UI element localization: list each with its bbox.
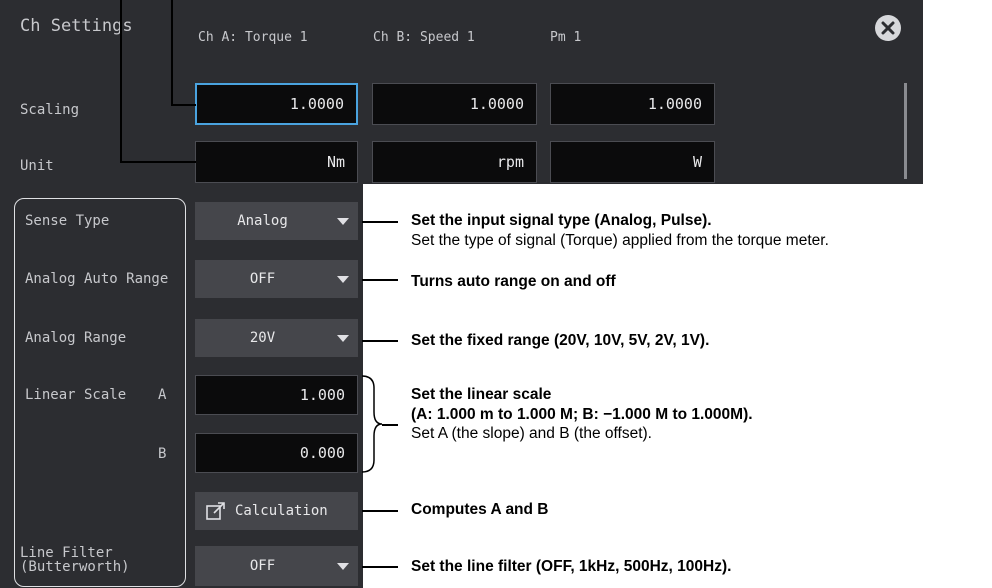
calculation-label: Calculation [235, 503, 328, 519]
column-header-pm: Pm 1 [550, 30, 582, 45]
analog-auto-range-value: OFF [249, 271, 276, 287]
annotation-linear-title: Set the linear scale [411, 386, 552, 403]
unit-label: Unit [20, 158, 54, 174]
dropdown-arrow-icon [337, 563, 349, 570]
dropdown-arrow-icon [337, 218, 349, 225]
sense-type-label: Sense Type [25, 213, 110, 229]
annotation-linear-desc: Set A (the slope) and B (the offset). [411, 425, 652, 442]
analog-auto-range-dropdown[interactable]: OFF [195, 260, 358, 298]
line-filter-label: Line Filter (Butterworth) [20, 546, 130, 574]
close-icon [881, 21, 895, 35]
unit-ch-b-field[interactable]: rpm [372, 141, 537, 183]
sense-type-dropdown[interactable]: Analog [195, 202, 358, 240]
column-header-ch-a: Ch A: Torque 1 [198, 30, 308, 45]
connector-auto-range [362, 279, 398, 281]
scaling-pm-field[interactable]: 1.0000 [550, 83, 715, 125]
connector-fixed-range [362, 340, 398, 342]
connector-sense-type [362, 221, 398, 223]
dropdown-arrow-icon [337, 335, 349, 342]
callout-line-scaling-h [171, 104, 196, 106]
unit-ch-a-field[interactable]: Nm [195, 141, 358, 183]
linear-scale-a-label: A [158, 387, 167, 403]
scrollbar[interactable] [904, 83, 907, 179]
scaling-label: Scaling [20, 102, 80, 118]
line-filter-dropdown[interactable]: OFF [195, 546, 358, 586]
popup-window-icon [206, 502, 225, 520]
unit-pm-field[interactable]: W [550, 141, 715, 183]
calculation-button[interactable]: Calculation [195, 492, 358, 530]
connector-linear-scale [382, 424, 398, 426]
analog-range-value: 20V [249, 330, 276, 346]
dropdown-arrow-icon [337, 276, 349, 283]
connector-calculation [362, 510, 398, 512]
annotation-sense-type-title: Set the input signal type (Analog, Pulse… [411, 212, 712, 229]
scaling-ch-b-field[interactable]: 1.0000 [372, 83, 537, 125]
linear-scale-b-field[interactable]: 0.000 [195, 433, 358, 473]
annotation-fixed-range: Set the fixed range (20V, 10V, 5V, 2V, 1… [411, 332, 710, 349]
callout-line-scaling [171, 0, 173, 105]
annotation-calculation: Computes A and B [411, 501, 549, 518]
annotation-line-filter: Set the line filter (OFF, 1kHz, 500Hz, 1… [411, 558, 732, 575]
line-filter-label-line1: Line Filter [20, 545, 113, 561]
analog-auto-range-label: Analog Auto Range [25, 271, 169, 287]
linear-scale-label: Linear Scale [25, 387, 127, 403]
linear-scale-b-label: B [158, 446, 167, 462]
linear-scale-bracket [361, 375, 383, 473]
connector-line-filter [362, 566, 398, 568]
annotation-sense-type-desc: Set the type of signal (Torque) applied … [411, 232, 829, 249]
column-header-ch-b: Ch B: Speed 1 [373, 30, 475, 45]
line-filter-label-line2: (Butterworth) [20, 559, 130, 575]
annotation-auto-range: Turns auto range on and off [411, 273, 616, 290]
line-filter-value: OFF [249, 558, 276, 574]
linear-scale-a-field[interactable]: 1.000 [195, 375, 358, 415]
analog-range-dropdown[interactable]: 20V [195, 319, 358, 357]
analog-range-label: Analog Range [25, 330, 127, 346]
annotation-linear-range: (A: 1.000 m to 1.000 M; B: −1.000 M to 1… [411, 406, 753, 423]
scaling-ch-a-field[interactable]: 1.0000 [195, 83, 358, 125]
callout-line-unit [120, 0, 122, 162]
callout-line-unit-h [120, 161, 196, 163]
sense-type-value: Analog [237, 213, 288, 229]
close-button[interactable] [875, 15, 901, 41]
dialog-title: Ch Settings [20, 16, 133, 36]
